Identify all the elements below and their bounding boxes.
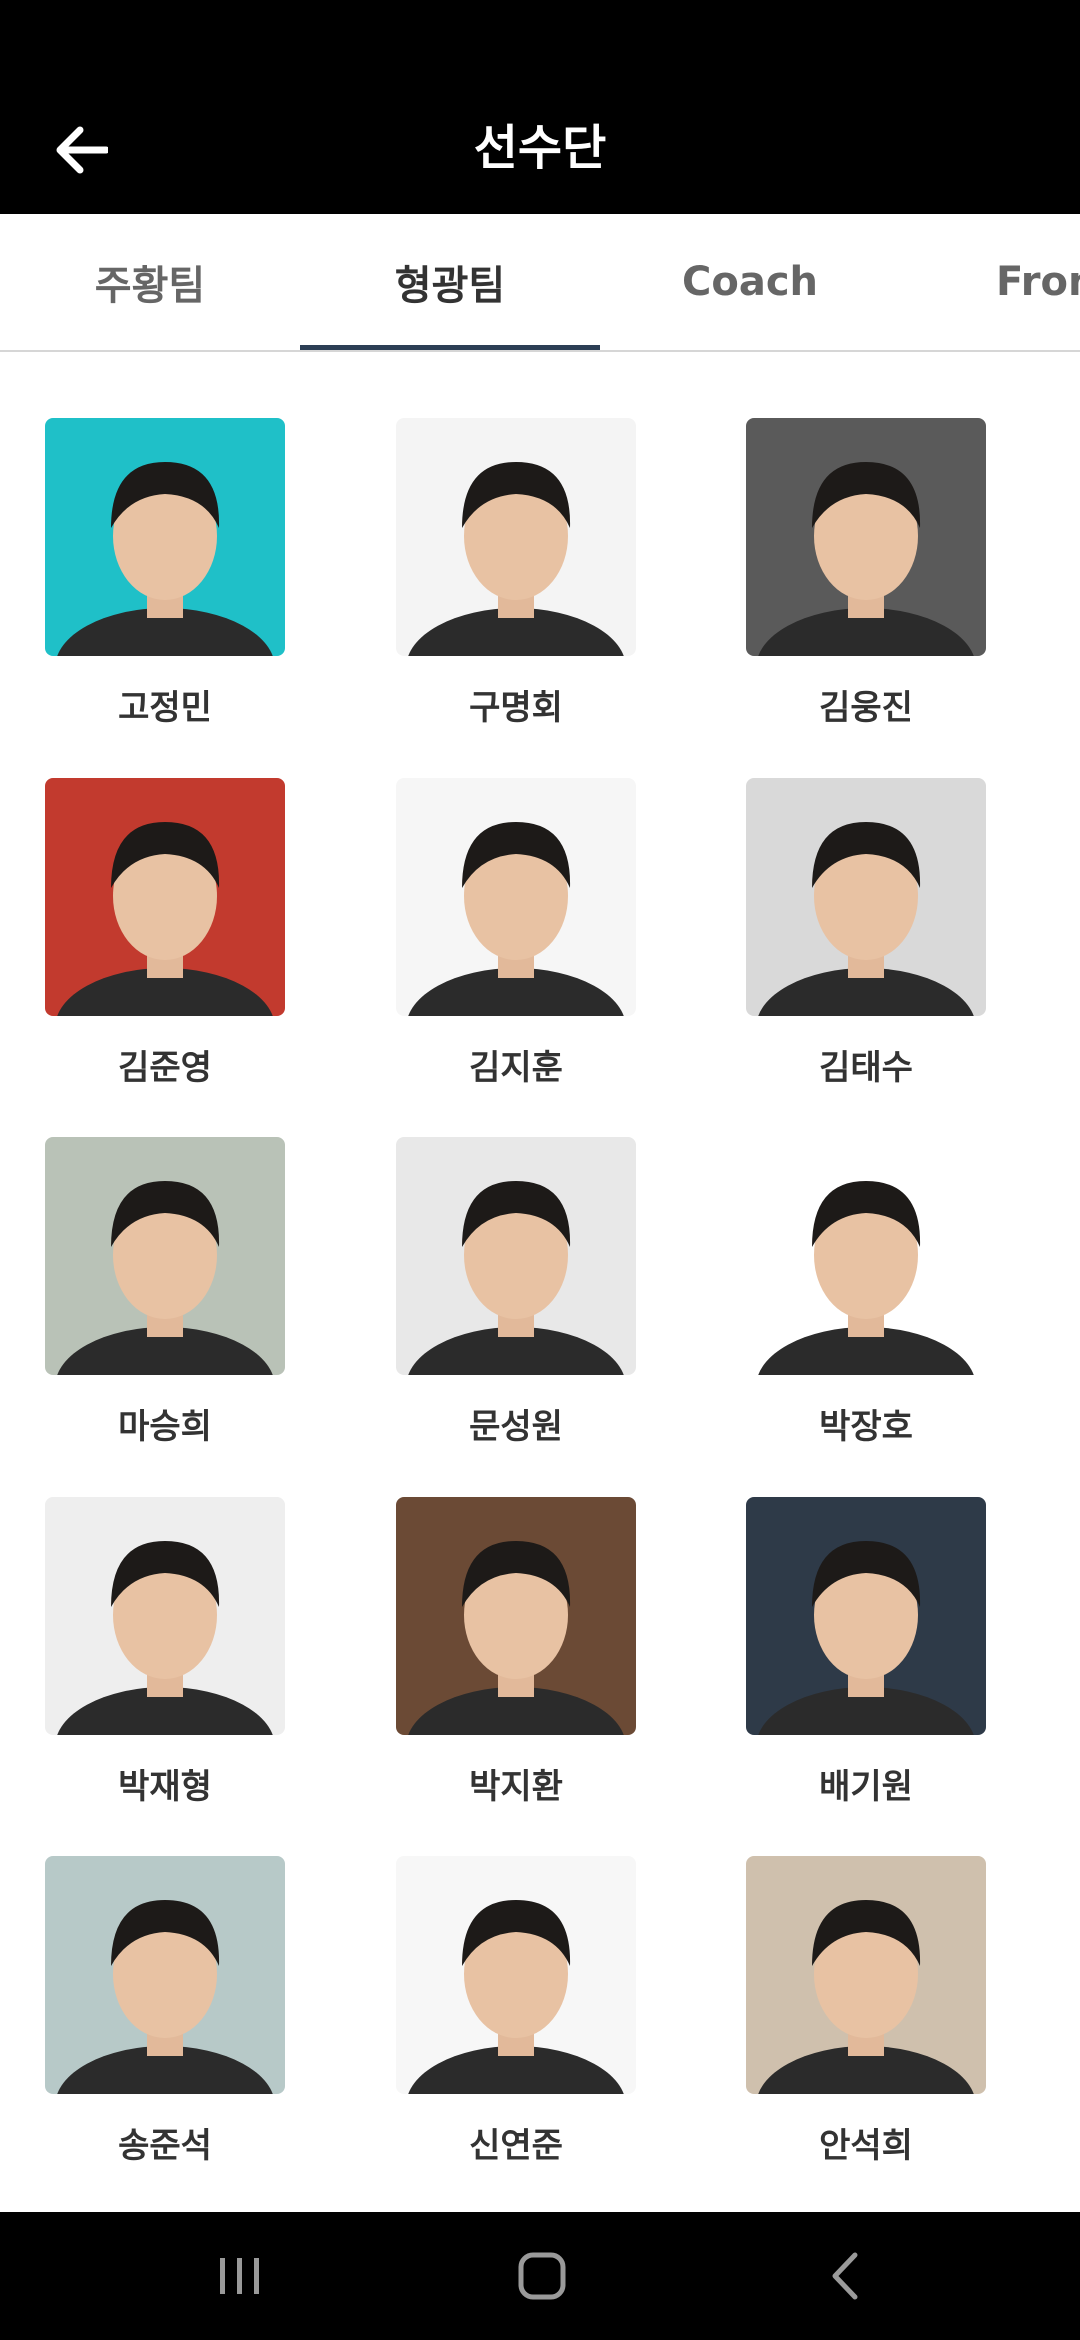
player-name: 안석희 (819, 2126, 913, 2166)
tab-coach[interactable]: Coach (600, 214, 900, 350)
player-name: 마승희 (118, 1407, 212, 1447)
player-photo (396, 1856, 636, 2094)
player-card[interactable]: 마승희 (0, 1137, 300, 1477)
player-name: 고정민 (118, 688, 212, 728)
player-photo (746, 1497, 986, 1735)
player-photo (396, 418, 636, 656)
player-photo (746, 1137, 986, 1375)
recent-apps-icon (220, 2258, 259, 2294)
tab-orange-team[interactable]: 주황팀 (0, 214, 300, 350)
player-photo (45, 778, 285, 1016)
player-photo (746, 778, 986, 1016)
player-name: 박장호 (819, 1407, 913, 1447)
player-card[interactable]: 구명회 (351, 418, 651, 758)
player-card[interactable]: 배기원 (701, 1497, 1001, 1837)
recent-apps-button[interactable] (190, 2236, 290, 2316)
team-tabs: 주황팀 형광팀 Coach Front (0, 214, 1080, 352)
back-chevron-icon (832, 2252, 858, 2300)
player-photo (45, 1856, 285, 2094)
player-name: 배기원 (819, 1767, 913, 1807)
player-card[interactable]: 박지환 (351, 1497, 651, 1837)
page-title: 선수단 (473, 120, 607, 176)
player-card[interactable]: 김웅진 (701, 418, 1001, 758)
active-tab-indicator (300, 345, 600, 350)
player-photo (45, 1497, 285, 1735)
player-grid: 고정민 구명회 김웅진김준영 김지훈 김태수마승희 문성원 박장호박재형 박지환 배기원송준석 신… (0, 418, 1080, 2212)
player-card[interactable]: 고정민 (0, 418, 300, 758)
player-photo (45, 418, 285, 656)
player-name: 송준석 (118, 2126, 212, 2166)
system-nav-bar (0, 2212, 1080, 2340)
player-photo (396, 1137, 636, 1375)
player-name: 김지훈 (469, 1048, 563, 1088)
player-card[interactable]: 김지훈 (351, 778, 651, 1118)
player-card[interactable]: 박장호 (701, 1137, 1001, 1477)
player-photo (396, 1497, 636, 1735)
player-photo (396, 778, 636, 1016)
player-card[interactable]: 송준석 (0, 1856, 300, 2196)
player-card[interactable]: 신연준 (351, 1856, 651, 2196)
player-card[interactable]: 안석희 (701, 1856, 1001, 2196)
player-name: 신연준 (469, 2126, 563, 2166)
player-card[interactable]: 김태수 (701, 778, 1001, 1118)
home-button[interactable] (492, 2236, 592, 2316)
player-card[interactable]: 문성원 (351, 1137, 651, 1477)
player-name: 김웅진 (819, 688, 913, 728)
app-bar: 선수단 (0, 0, 1080, 214)
player-name: 문성원 (469, 1407, 563, 1447)
tab-front[interactable]: Front (900, 214, 1080, 350)
player-name: 김태수 (819, 1048, 913, 1088)
player-name: 김준영 (118, 1048, 212, 1088)
player-card[interactable]: 김준영 (0, 778, 300, 1118)
nav-back-button[interactable] (795, 2236, 895, 2316)
player-card[interactable]: 박재형 (0, 1497, 300, 1837)
player-name: 박지환 (469, 1767, 563, 1807)
player-photo (45, 1137, 285, 1375)
home-icon (518, 2252, 566, 2300)
player-name: 박재형 (118, 1767, 212, 1807)
tab-neon-team[interactable]: 형광팀 (300, 214, 600, 350)
player-photo (746, 1856, 986, 2094)
player-photo (746, 418, 986, 656)
player-name: 구명회 (469, 688, 563, 728)
